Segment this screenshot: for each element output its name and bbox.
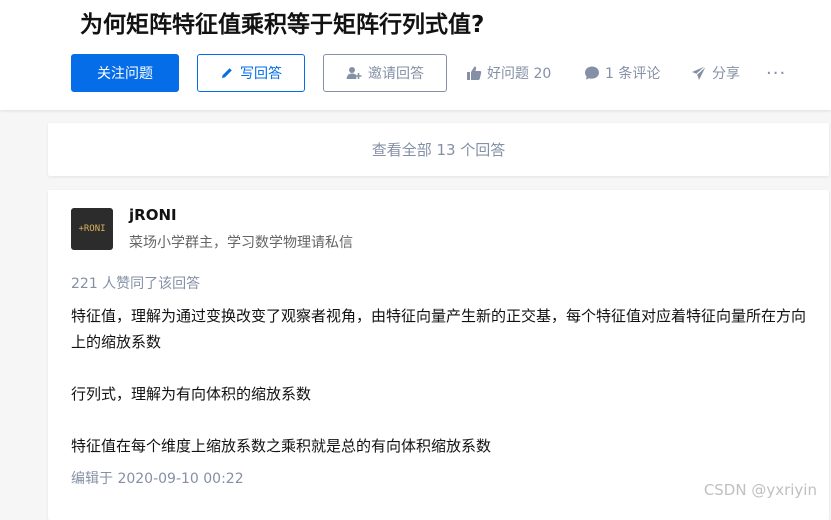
comment-count-label: 1 条评论	[605, 66, 661, 82]
write-answer-button[interactable]: 写回答	[197, 54, 305, 92]
good-question-button[interactable]: 好问题 20	[466, 54, 551, 92]
more-icon: ···	[766, 62, 787, 84]
invite-answer-label: 邀请回答	[368, 66, 424, 82]
question-header: 为何矩阵特征值乘积等于矩阵行列式值? 关注问题 写回答 邀请回答 好问题 20 …	[0, 0, 831, 110]
csdn-watermark: CSDN @yxriyin	[703, 481, 817, 499]
answer-paragraph: 特征值，理解为通过变换改变了观察者视角，由特征向量产生新的正交基，每个特征值对应…	[71, 307, 807, 351]
thumbs-up-icon	[466, 65, 482, 81]
author-name[interactable]: jRONI	[129, 206, 177, 224]
author-avatar[interactable]: +RONI	[71, 208, 113, 250]
comment-button[interactable]: 1 条评论	[584, 54, 660, 92]
question-title: 为何矩阵特征值乘积等于矩阵行列式值?	[80, 12, 485, 38]
share-label: 分享	[712, 66, 740, 82]
write-answer-label: 写回答	[240, 66, 282, 82]
author-bio: 菜场小学群主，学习数学物理请私信	[129, 235, 353, 251]
comment-bubble-icon	[584, 65, 600, 81]
more-options-button[interactable]: ···	[766, 54, 786, 92]
view-all-answers-link[interactable]: 查看全部 13 个回答	[48, 123, 829, 176]
invite-user-icon	[346, 66, 362, 80]
answer-paragraph: 行列式，理解为有向体积的缩放系数	[71, 385, 312, 403]
view-all-card: 查看全部 13 个回答	[48, 123, 829, 176]
edited-timestamp[interactable]: 编辑于 2020-09-10 00:22	[71, 468, 244, 488]
answer-paragraph: 特征值在每个维度上缩放系数之乘积就是总的有向体积缩放系数	[71, 437, 492, 455]
share-button[interactable]: 分享	[691, 54, 740, 92]
author-avatar-text: +RONI	[78, 224, 106, 234]
follow-question-button[interactable]: 关注问题	[71, 54, 179, 92]
follow-question-label: 关注问题	[97, 66, 153, 82]
vote-count: 221 人赞同了该回答	[71, 276, 201, 292]
paper-plane-icon	[691, 65, 707, 81]
view-all-answers-label: 查看全部 13 个回答	[371, 141, 506, 159]
invite-answer-button[interactable]: 邀请回答	[323, 54, 447, 92]
pencil-icon	[220, 66, 234, 80]
good-question-label: 好问题 20	[487, 66, 552, 82]
